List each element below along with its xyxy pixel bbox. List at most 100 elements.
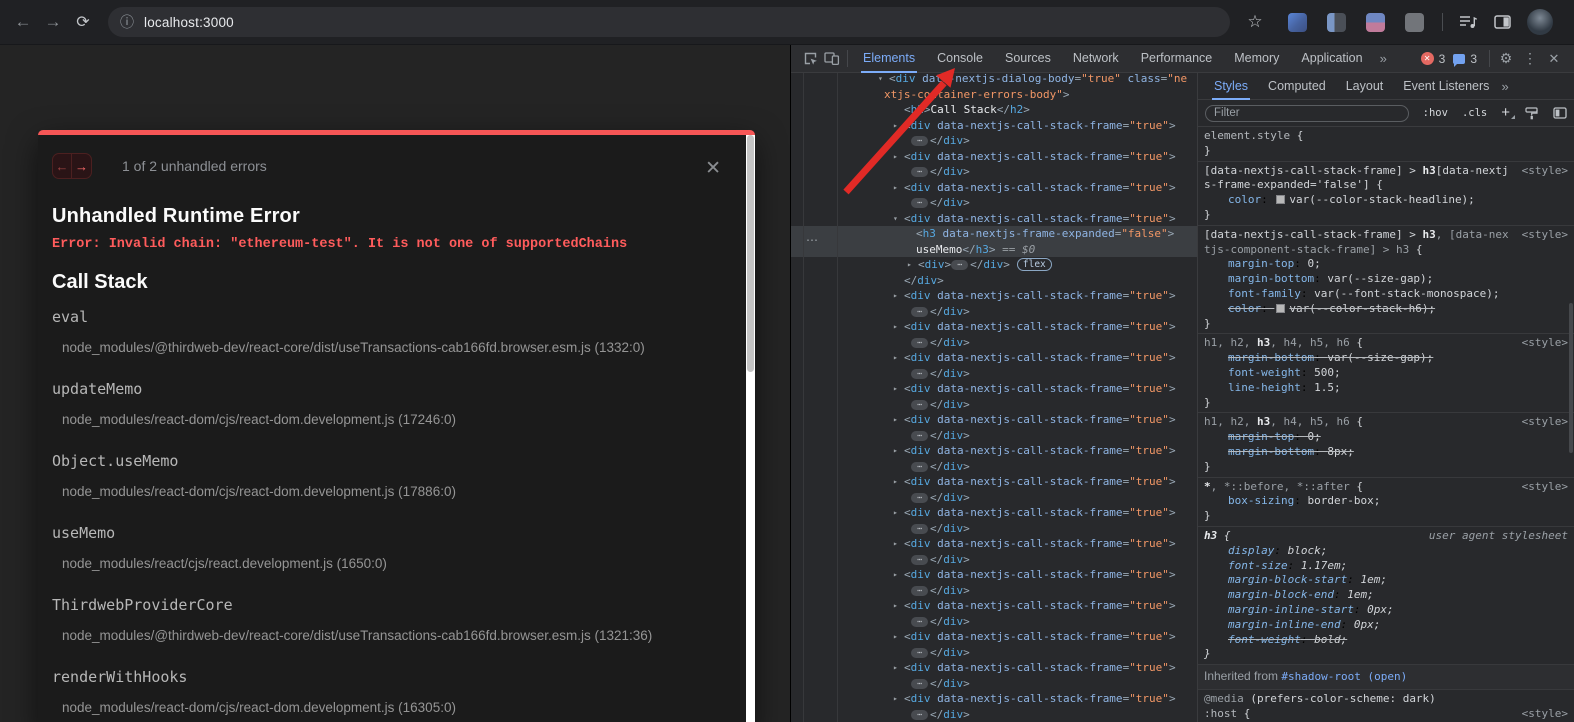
collapsed-content-icon[interactable]: ⋯ [911,167,928,177]
collapsed-content-icon[interactable]: ⋯ [911,198,928,208]
settings-gear-icon[interactable]: ⚙ [1494,50,1518,67]
chevron-right-icon[interactable]: ▸ [893,118,904,134]
chevron-right-icon[interactable]: ▸ [893,319,904,335]
side-panel-icon[interactable] [1494,15,1511,29]
devtools-tab-network[interactable]: Network [1073,45,1119,73]
chevron-right-icon[interactable]: ▸ [893,288,904,304]
tree-line[interactable]: ⋯</div> [791,428,1197,444]
chevron-right-icon[interactable]: ▸ [893,660,904,676]
flex-badge[interactable]: flex [1017,258,1052,271]
css-declaration[interactable]: margin-top: 0; [1204,430,1568,445]
close-overlay-icon[interactable]: ✕ [705,157,721,180]
tree-line[interactable]: ▸<div data-nextjs-call-stack-frame="true… [791,319,1197,335]
prev-error-button[interactable]: ← [53,154,72,178]
chevron-right-icon[interactable]: ▸ [893,474,904,490]
chevron-right-icon[interactable]: ▸ [893,350,904,366]
css-declaration[interactable]: color: var(--color-stack-headline); [1204,193,1568,208]
site-info-icon[interactable]: ⓘ [120,12,134,32]
styles-filter-input[interactable] [1205,105,1409,122]
extension-icon-1[interactable] [1288,13,1307,32]
tree-line[interactable]: ⋯</div> [791,133,1197,149]
tree-line[interactable]: ▸<div data-nextjs-call-stack-frame="true… [791,598,1197,614]
tree-line[interactable]: ▸<div data-nextjs-call-stack-frame="true… [791,180,1197,196]
inspect-element-icon[interactable] [799,51,821,66]
chevron-right-icon[interactable]: ▸ [893,412,904,428]
css-declaration[interactable]: font-weight: bold; [1204,633,1568,648]
tree-line[interactable]: ⋯</div> [791,366,1197,382]
tree-line[interactable]: ⋯</div> [791,552,1197,568]
collapsed-content-icon[interactable]: ⋯ [911,493,928,503]
chevron-right-icon[interactable]: ▸ [893,691,904,707]
tree-line[interactable]: ▸<div data-nextjs-call-stack-frame="true… [791,443,1197,459]
tree-line[interactable]: ⋯</div> [791,521,1197,537]
media-playlist-icon[interactable] [1459,15,1478,29]
toggle-class-button[interactable]: .cls [1462,107,1487,119]
tree-line[interactable]: ⋯</div> [791,459,1197,475]
tree-line[interactable]: ▸<div data-nextjs-call-stack-frame="true… [791,691,1197,707]
tree-line[interactable]: ⋯</div> [791,676,1197,692]
tree-line[interactable]: ▸<div data-nextjs-call-stack-frame="true… [791,412,1197,428]
extension-icon-2[interactable] [1327,13,1346,32]
devtools-tab-memory[interactable]: Memory [1234,45,1279,73]
style-tag-link[interactable]: <style> [1522,480,1568,495]
tree-line[interactable]: ⋯</div> [791,304,1197,320]
style-rule[interactable]: <style>h1, h2, h3, h4, h5, h6 {margin-to… [1198,413,1574,477]
collapsed-content-icon[interactable]: ⋯ [911,338,928,348]
issue-count[interactable]: 3 [1470,52,1477,66]
devtools-tab-elements[interactable]: Elements [863,45,915,73]
error-count[interactable]: 3 [1439,52,1446,66]
forward-icon[interactable]: → [38,12,68,32]
style-tag-link[interactable]: <style> [1522,415,1568,430]
devtools-menu-icon[interactable]: ⋮ [1518,50,1542,67]
chevron-right-icon[interactable]: ▸ [893,149,904,165]
css-declaration[interactable]: margin-inline-end: 0px; [1204,618,1568,633]
chevron-right-icon[interactable]: ▸ [893,598,904,614]
tree-line[interactable]: ⋯</div> [791,614,1197,630]
css-declaration[interactable]: margin-block-start: 1em; [1204,573,1568,588]
css-declaration[interactable]: margin-inline-start: 0px; [1204,603,1568,618]
collapsed-content-icon[interactable]: ⋯ [911,400,928,410]
chevron-right-icon[interactable]: ▸ [893,505,904,521]
tree-line[interactable]: ▸<div data-nextjs-call-stack-frame="true… [791,474,1197,490]
collapsed-content-icon[interactable]: ⋯ [911,710,928,720]
collapsed-content-icon[interactable]: ⋯ [911,136,928,146]
chevron-down-icon[interactable]: ▾ [893,211,904,227]
css-declaration[interactable]: line-height: 1.5; [1204,381,1568,396]
styles-tab-styles[interactable]: Styles [1214,73,1248,100]
url-bar[interactable]: ⓘ localhost:3000 [108,7,1230,37]
tree-line[interactable]: ▸<div data-nextjs-call-stack-frame="true… [791,629,1197,645]
collapsed-content-icon[interactable]: ⋯ [911,431,928,441]
scrollbar-thumb[interactable] [747,135,754,372]
tree-line[interactable]: xtjs-container-errors-body"> [791,87,1197,103]
tree-line[interactable]: ⋯</div> [791,583,1197,599]
browser-menu-icon[interactable]: ⋮ [1567,13,1574,31]
chevron-right-icon[interactable]: ▸ [893,180,904,196]
tree-line[interactable]: ▾<div data-nextjs-dialog-body="true" cla… [791,73,1197,87]
tree-line[interactable]: <h2>Call Stack</h2> [791,102,1197,118]
reload-icon[interactable]: ⟳ [68,12,98,32]
collapsed-content-icon[interactable]: ⋯ [911,586,928,596]
chevron-right-icon[interactable]: ▸ [893,629,904,645]
style-rule[interactable]: <style>[data-nextjs-call-stack-frame] > … [1198,162,1574,226]
tree-line[interactable]: ⋯</div> [791,645,1197,661]
css-declaration[interactable]: color: var(--color-stack-h6); [1204,302,1568,317]
new-style-rule-icon[interactable]: + [1501,107,1510,119]
css-declaration[interactable]: font-weight: 500; [1204,366,1568,381]
tree-line[interactable]: ⋯</div> [791,335,1197,351]
collapsed-content-icon[interactable]: ⋯ [911,307,928,317]
css-declaration[interactable]: margin-bottom: 8px; [1204,445,1568,460]
collapsed-content-icon[interactable]: ⋯ [911,617,928,627]
tree-line[interactable]: ⋯</div> [791,490,1197,506]
extension-icon-3[interactable] [1366,13,1385,32]
tree-line[interactable]: ▸<div>⋯</div>flex [791,257,1197,273]
tree-line[interactable]: ⋯</div> [791,195,1197,211]
chevron-right-icon[interactable]: ▸ [893,536,904,552]
collapsed-content-icon[interactable]: ⋯ [911,555,928,565]
extension-icon-4[interactable] [1405,13,1424,32]
tree-line[interactable]: ▸<div data-nextjs-call-stack-frame="true… [791,149,1197,165]
device-toolbar-icon[interactable] [821,51,843,66]
style-rule[interactable]: element.style {} [1198,127,1574,162]
style-rule[interactable]: <style>*, *::before, *::after {box-sizin… [1198,478,1574,527]
color-swatch[interactable] [1276,304,1285,313]
devtools-tab-performance[interactable]: Performance [1141,45,1213,73]
